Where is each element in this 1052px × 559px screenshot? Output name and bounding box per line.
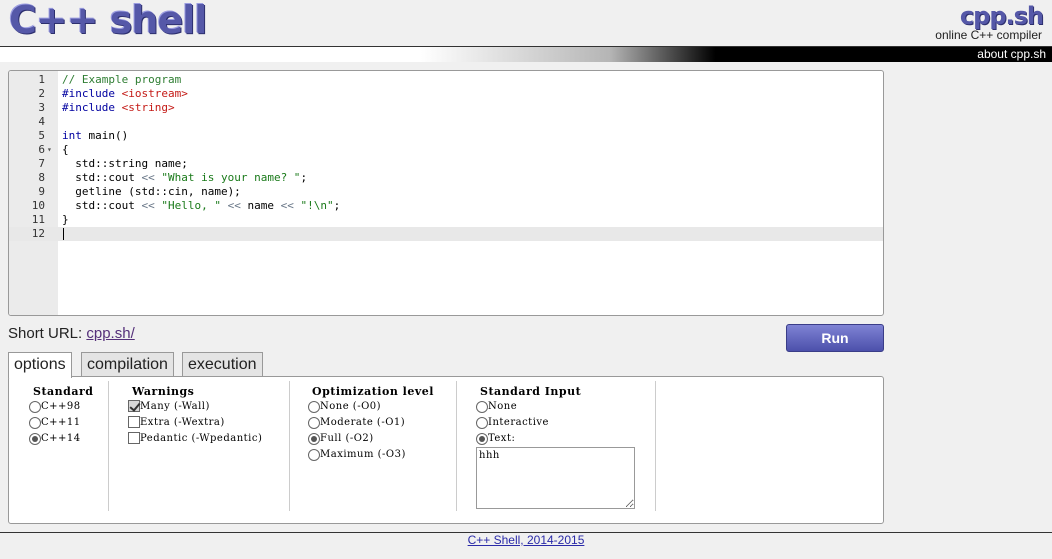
code-line[interactable]: 3 #include <string>: [9, 101, 883, 115]
short-url-label: Short URL:: [8, 325, 87, 342]
line-number: 12: [31, 227, 45, 240]
code-lines[interactable]: 1// Example program 2 #include <iostream> 3…: [9, 73, 883, 241]
stdin-option[interactable]: Text:: [476, 431, 656, 447]
code-line[interactable]: 6 ▾ {: [9, 143, 883, 157]
short-url: Short URL: cpp.sh/: [8, 325, 135, 342]
line-number: 6: [38, 143, 45, 156]
short-url-link[interactable]: cpp.sh/: [86, 325, 134, 342]
code-text: }: [62, 213, 69, 226]
checkbox-wpedantic[interactable]: [128, 432, 140, 444]
warnings-group: Warnings Many (-Wall) Extra (-Wextra) Pe…: [128, 381, 288, 511]
fold-arrow-icon[interactable]: ▾: [47, 143, 52, 157]
line-number: 2: [38, 87, 45, 100]
code-line[interactable]: 9 getline (std::cin, name);: [9, 185, 883, 199]
code-text: std::cout << "Hello, " << name << "!\n";: [62, 199, 341, 212]
code-text: {: [62, 143, 69, 156]
radio-o1[interactable]: [308, 417, 320, 429]
radio-o3[interactable]: [308, 449, 320, 461]
divider: [456, 381, 457, 511]
code-text: // Example program: [62, 73, 182, 86]
logo[interactable]: C++ shell: [9, 0, 207, 42]
brand-name[interactable]: cpp.sh: [960, 2, 1044, 30]
radio-o2[interactable]: [308, 433, 320, 445]
stdin-title: Standard Input: [480, 385, 582, 398]
warning-option[interactable]: Many (-Wall): [128, 399, 288, 415]
radio-stdin-none[interactable]: [476, 401, 488, 413]
radio-stdin-text[interactable]: [476, 433, 488, 445]
standard-option[interactable]: C++11: [29, 415, 109, 431]
line-number: 1: [38, 73, 45, 86]
optimization-option[interactable]: None (-O0): [308, 399, 458, 415]
standard-group: Standard C++98 C++11 C++14: [29, 381, 109, 511]
code-line[interactable]: 8 std::cout << "What is your name? ";: [9, 171, 883, 185]
about-link[interactable]: about cpp.sh: [977, 46, 1046, 62]
divider: [655, 381, 656, 511]
code-line[interactable]: 2 #include <iostream>: [9, 87, 883, 101]
code-line[interactable]: 5 int main(): [9, 129, 883, 143]
code-editor[interactable]: 1// Example program 2 #include <iostream> 3…: [8, 70, 884, 316]
line-number: 4: [38, 115, 45, 128]
header: C++ shell cpp.sh online C++ compiler abo…: [0, 0, 1052, 62]
optimization-group: Optimization level None (-O0) Moderate (…: [308, 381, 458, 511]
tab-execution[interactable]: execution: [182, 352, 263, 377]
code-text: #include <iostream>: [62, 87, 188, 100]
line-number: 11: [31, 213, 45, 226]
warning-option[interactable]: Extra (-Wextra): [128, 415, 288, 431]
stdin-option[interactable]: None: [476, 399, 656, 415]
stdin-textarea[interactable]: [476, 447, 635, 509]
code-line[interactable]: 12: [9, 227, 883, 241]
radio-c98[interactable]: [29, 401, 41, 413]
code-line[interactable]: 7 std::string name;: [9, 157, 883, 171]
line-number: 3: [38, 101, 45, 114]
radio-c14[interactable]: [29, 433, 41, 445]
line-number: 7: [38, 157, 45, 170]
code-line[interactable]: 11}: [9, 213, 883, 227]
code-line[interactable]: 10 std::cout << "Hello, " << name << "!\…: [9, 199, 883, 213]
tab-compilation[interactable]: compilation: [81, 352, 174, 377]
divider: [289, 381, 290, 511]
optimization-title: Optimization level: [312, 385, 434, 398]
line-number: 10: [31, 199, 45, 212]
standard-option[interactable]: C++98: [29, 399, 109, 415]
optimization-option[interactable]: Maximum (-O3): [308, 447, 458, 463]
standard-option[interactable]: C++14: [29, 431, 109, 447]
text-cursor: [63, 228, 64, 240]
warning-option[interactable]: Pedantic (-Wpedantic): [128, 431, 288, 447]
optimization-option[interactable]: Full (-O2): [308, 431, 458, 447]
code-line[interactable]: 1 // Example program: [9, 73, 883, 87]
checkbox-wall[interactable]: [128, 400, 140, 412]
code-text: std::string name;: [62, 157, 188, 170]
line-number: 5: [38, 129, 45, 142]
radio-o0[interactable]: [308, 401, 320, 413]
checkbox-wextra[interactable]: [128, 416, 140, 428]
options-panel: Standard C++98 C++11 C++14 Warnings Many…: [8, 376, 884, 524]
code-text: #include <string>: [62, 101, 175, 114]
optimization-option[interactable]: Moderate (-O1): [308, 415, 458, 431]
header-bar: [0, 46, 1052, 62]
code-text: getline (std::cin, name);: [62, 185, 241, 198]
stdin-group: Standard Input None Interactive Text:: [476, 381, 656, 511]
run-button[interactable]: Run: [786, 324, 884, 352]
radio-stdin-interactive[interactable]: [476, 417, 488, 429]
divider: [108, 381, 109, 511]
footer-link[interactable]: C++ Shell, 2014-2015: [468, 533, 585, 547]
line-number: 9: [38, 185, 45, 198]
tagline: online C++ compiler: [935, 28, 1042, 42]
standard-title: Standard: [33, 385, 94, 398]
radio-c11[interactable]: [29, 417, 41, 429]
tab-options[interactable]: options: [8, 352, 72, 378]
code-line[interactable]: 4: [9, 115, 883, 129]
warnings-title: Warnings: [132, 385, 195, 398]
code-text: int main(): [62, 129, 129, 142]
code-text: std::cout << "What is your name? ";: [62, 171, 308, 184]
footer: C++ Shell, 2014-2015: [0, 533, 1052, 547]
stdin-option[interactable]: Interactive: [476, 415, 656, 431]
line-number: 8: [38, 171, 45, 184]
